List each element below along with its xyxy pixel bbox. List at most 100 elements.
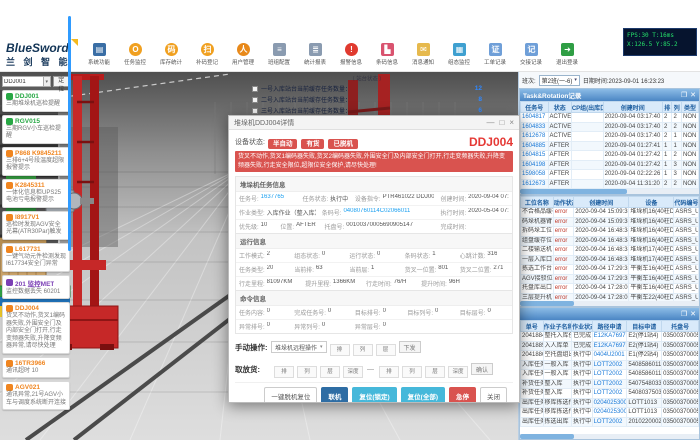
toolbar-item[interactable]: ✉消息通知: [410, 43, 437, 66]
pick-source-input[interactable]: [320, 366, 340, 378]
toolbar-item[interactable]: ▦组态监控: [446, 43, 473, 66]
table-row[interactable]: 拣选工作台error2020-09-04 17:29:39平衡车16(40柱Dm…: [521, 265, 699, 275]
table-row[interactable]: 1604885AFTER2020-09-04 01:27:4111NON: [521, 141, 699, 151]
table-row[interactable]: 2041884整托入库任务已完成E12KA76975E2(停1站4)035003…: [521, 332, 699, 342]
toolbar-item[interactable]: !报警信息: [338, 43, 365, 66]
table-row[interactable]: 补货任务整入库执行中LOTT20025407548033035003700058…: [521, 379, 699, 389]
pick-source-input[interactable]: [274, 366, 294, 378]
close-button[interactable]: 关闭: [480, 387, 507, 402]
column-header[interactable]: 创建时间: [603, 102, 662, 113]
pick-target-input[interactable]: [448, 366, 468, 378]
field-value[interactable]: 04080760114C02066011: [343, 208, 410, 217]
column-header[interactable]: 设备: [629, 197, 674, 208]
popout-icon[interactable]: ❐: [681, 92, 687, 99]
action-button[interactable]: 复位(锁定): [352, 387, 396, 402]
manual-coord-input[interactable]: [353, 344, 373, 356]
table-row[interactable]: 1612673AFTER2020-09-04 11:31:2022NON: [521, 179, 699, 189]
close-icon[interactable]: ×: [509, 119, 514, 127]
field-value[interactable]: 1637765: [261, 194, 284, 203]
column-header[interactable]: 任务号: [521, 102, 549, 113]
checkbox-icon[interactable]: [252, 86, 258, 92]
column-header[interactable]: 目标申请: [627, 321, 662, 332]
toolbar-item[interactable]: 码库存统计: [158, 43, 185, 66]
manual-coord-input[interactable]: [376, 344, 396, 356]
maximize-icon[interactable]: □: [499, 119, 504, 127]
checkbox-icon[interactable]: [252, 108, 258, 114]
manual-coord-input[interactable]: [330, 344, 350, 356]
action-button[interactable]: 复位(全部): [401, 387, 445, 402]
column-header[interactable]: CP组(出库口): [571, 102, 603, 113]
pick-source-input[interactable]: [297, 366, 317, 378]
table-row[interactable]: 2041885入人库单已完成E12KA76975E2(停1站4)03500370…: [521, 341, 699, 351]
scrollbar-thumb[interactable]: [520, 301, 574, 306]
horizontal-scrollbar[interactable]: [520, 189, 699, 194]
toolbar-item[interactable]: ➜退出登录: [554, 43, 581, 66]
close-icon[interactable]: ✕: [690, 92, 696, 99]
column-header[interactable]: 类型: [682, 102, 699, 113]
column-header[interactable]: 工位名称: [521, 197, 554, 208]
alarm-card[interactable]: AGV021通讯异常,21号AGV小车与调度系统断开连接: [2, 381, 70, 410]
toolbar-item[interactable]: 证工单记录: [482, 43, 509, 66]
table-row[interactable]: 码垛机器臂error2020-09-04 15:09:36堆垛机16(40柱Dm…: [521, 217, 699, 227]
toolbar-item[interactable]: ≣统计报表: [302, 43, 329, 66]
column-header[interactable]: 作业子名称: [543, 321, 572, 332]
toolbar-item[interactable]: 记交接记录: [518, 43, 545, 66]
pick-target-input[interactable]: [402, 366, 422, 378]
scrollbar-thumb[interactable]: [520, 189, 627, 194]
minimize-icon[interactable]: —: [486, 119, 494, 127]
online-button[interactable]: 联机: [321, 387, 348, 402]
table-row[interactable]: 2041886空托盘组出执行中0404U2001E1(停2站4)03500370…: [521, 351, 699, 361]
action-button[interactable]: 一键脱机复位: [264, 387, 317, 402]
checkbox-icon[interactable]: [252, 97, 258, 103]
pick-source-input[interactable]: [343, 366, 363, 378]
dispatch-button[interactable]: 下发: [399, 341, 421, 353]
pick-target-input[interactable]: [425, 366, 445, 378]
table-row[interactable]: 托盘库出口error2020-09-04 17:28:07平衡车16(40柱Dm…: [521, 284, 699, 294]
table-row[interactable]: 出库任务移库拣选作业执行中02040253002LOTT101303500370…: [521, 398, 699, 408]
column-header[interactable]: 动作状态: [553, 197, 573, 208]
alarm-card[interactable]: P868 K9845211三排6+4号段温度超限报警提示: [2, 147, 70, 176]
confirm-button[interactable]: 确认: [471, 363, 493, 375]
alarm-card[interactable]: K2845311一体化信息柜UPS25电池亏电报警提示: [2, 179, 70, 208]
table-row[interactable]: 补货任务整入库执行中LOTT20025408037503035003700058…: [521, 389, 699, 399]
table-row[interactable]: 1604817ACTIVE2020-09-04 03:17:4022NON: [521, 113, 699, 123]
table-row[interactable]: 组盘缓存位error2020-09-04 16:48:34堆垛机16(40柱Dm…: [521, 236, 699, 246]
table-row[interactable]: 二楼输送机error2020-09-04 16:48:38堆垛机17(40柱Dm…: [521, 246, 699, 256]
column-header[interactable]: 路径申请: [592, 321, 627, 332]
device-search-input[interactable]: [2, 76, 44, 87]
alarm-card[interactable]: DDJ004货叉不动作,货叉1编码器失败,外围安全门及内部安全门打开,行走变频器…: [2, 302, 70, 354]
table-row[interactable]: 1604815AFTER2020-09-04 01:27:4212NON: [521, 151, 699, 161]
column-header[interactable]: 创建时间: [574, 197, 629, 208]
column-header[interactable]: 状态: [548, 102, 571, 113]
alarm-card[interactable]: 201 监控MET监控数据丢失 60201: [2, 275, 70, 300]
table-row[interactable]: 1612678ACTIVE2020-09-04 03:17:4021NON: [521, 132, 699, 142]
column-header[interactable]: 托盘号: [662, 321, 699, 332]
column-header[interactable]: 作业状态: [572, 321, 592, 332]
pick-target-input[interactable]: [379, 366, 399, 378]
manual-op-select[interactable]: 堆垛机远程操作 ▾: [271, 341, 327, 353]
table-row[interactable]: 一层入库口error2020-09-04 16:48:38堆垛机17(40柱Dm…: [521, 255, 699, 265]
alarm-card[interactable]: I8917V1巡检时发现AGV安全光幕(ATR30Par)触发: [2, 211, 70, 240]
chevron-down-icon[interactable]: ▾: [44, 76, 51, 87]
column-header[interactable]: 代码编号: [674, 197, 699, 208]
table-row[interactable]: 入库任务一般入库执行中LOTT2002540858601103500370005…: [521, 360, 699, 370]
table-row[interactable]: 不合格品缓存error2020-09-04 15:09:36堆垛机16(40柱D…: [521, 208, 699, 218]
toolbar-item[interactable]: ▤系统功能: [86, 43, 113, 66]
stop-button[interactable]: 急停: [449, 387, 476, 402]
table-row[interactable]: 入库任务一般入库执行中LOTT2002540858601103500370005…: [521, 370, 699, 380]
table-row[interactable]: 出库任务移库拣选作业执行中02040253002LOTT101303500370…: [521, 408, 699, 418]
alarm-card[interactable]: RGV015三期RGV小车巡检提醒: [2, 115, 70, 144]
table-row[interactable]: AGV接驳位error2020-09-04 17:29:39平衡车16(40柱D…: [521, 274, 699, 284]
toolbar-item[interactable]: 扫补码登记: [194, 43, 221, 66]
column-header[interactable]: 排: [662, 102, 672, 113]
toolbar-item[interactable]: 人用户管理: [230, 43, 257, 66]
horizontal-scrollbar[interactable]: [520, 301, 699, 306]
popout-icon[interactable]: ❐: [681, 311, 687, 318]
table-row[interactable]: 1604198AFTER2020-09-04 01:27:4213NON: [521, 160, 699, 170]
shift-select[interactable]: 第2班(一-6) ▾: [539, 75, 580, 86]
toolbar-item[interactable]: ▙条码信息: [374, 43, 401, 66]
table-row[interactable]: 1604833ACTIVE2020-09-04 03:17:4022NON: [521, 122, 699, 132]
column-header[interactable]: 单号: [521, 321, 544, 332]
toolbar-item[interactable]: O任务监控: [122, 43, 149, 66]
column-header[interactable]: 列: [672, 102, 682, 113]
